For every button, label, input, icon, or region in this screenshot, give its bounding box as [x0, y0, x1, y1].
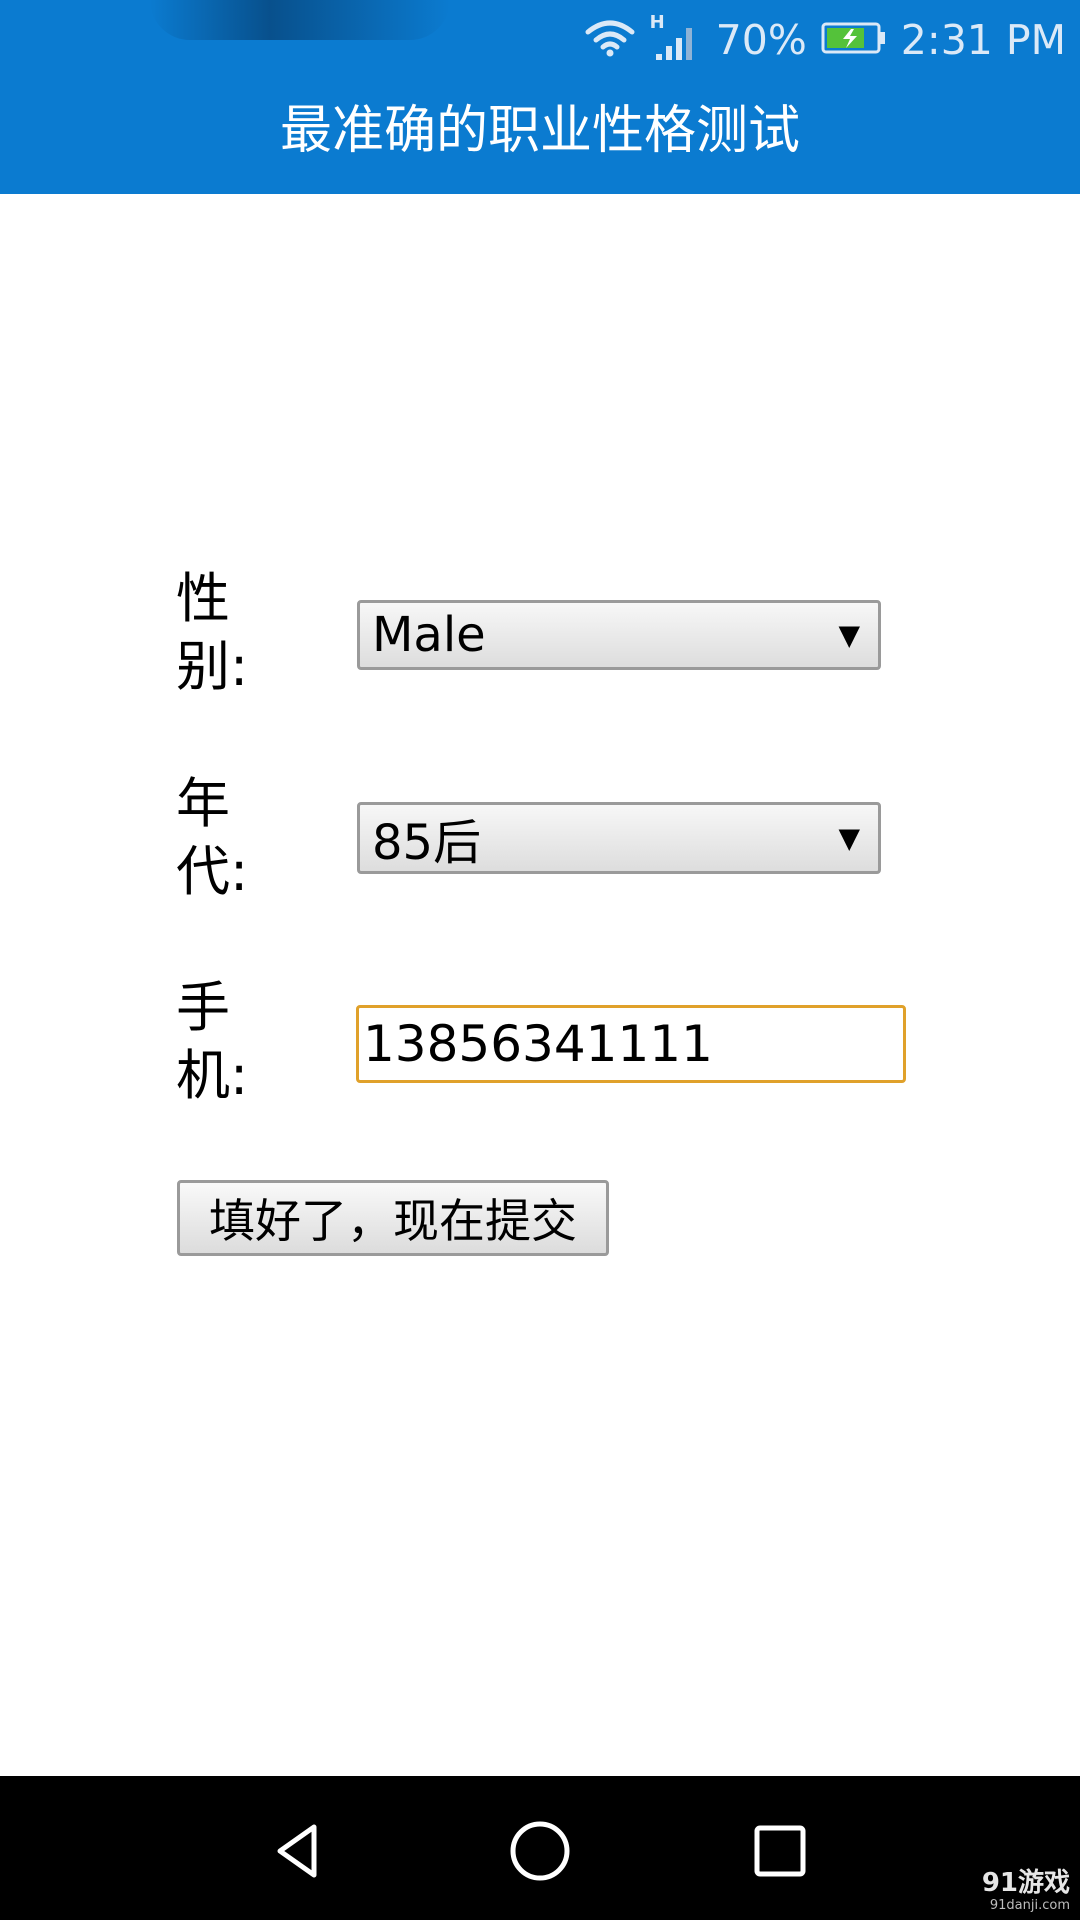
watermark-url: 91danji.com	[989, 1898, 1070, 1913]
generation-select-value: 85后	[372, 815, 482, 871]
page-title: 最准确的职业性格测试	[279, 101, 800, 161]
phone-label: 手机:	[176, 976, 249, 1107]
recents-button[interactable]	[735, 1806, 825, 1896]
generation-label: 年代:	[176, 772, 249, 903]
watermark: 91游戏 91danji.com	[982, 1868, 1070, 1914]
app-header: H 70% 2:31 PM 最准确的职业性格测试	[0, 0, 1080, 194]
notification-shade-hint	[150, 0, 450, 40]
home-icon	[510, 1821, 570, 1881]
gender-select-value: Male	[372, 607, 486, 663]
watermark-logo-text: 91游戏	[981, 1868, 1070, 1898]
phone-input[interactable]	[356, 1005, 906, 1083]
submit-button[interactable]: 填好了，现在提交	[177, 1180, 609, 1256]
dropdown-arrow-icon: ▼	[838, 618, 860, 652]
clock: 2:31 PM	[900, 16, 1066, 64]
signal-icon: H	[650, 12, 702, 64]
recents-icon	[754, 1825, 806, 1877]
home-button[interactable]	[495, 1806, 585, 1896]
wifi-icon	[584, 18, 636, 62]
back-icon	[277, 1824, 317, 1878]
gender-label: 性别:	[176, 567, 249, 698]
gender-select[interactable]: Male ▼	[357, 600, 881, 670]
generation-select[interactable]: 85后 ▼	[357, 802, 881, 874]
dropdown-arrow-icon: ▼	[838, 821, 860, 855]
back-button[interactable]	[255, 1806, 345, 1896]
status-icons: H 70% 2:31 PM	[584, 10, 1066, 70]
status-bar: H 70% 2:31 PM	[0, 0, 1080, 72]
app-screen: H 70% 2:31 PM 最准确的职业性格测试 性别: Male ▼ 年代: …	[0, 0, 1080, 1920]
navigation-bar: 91游戏 91danji.com	[0, 1776, 1080, 1920]
battery-charging-icon	[821, 21, 887, 59]
battery-percent: 70%	[715, 16, 807, 64]
